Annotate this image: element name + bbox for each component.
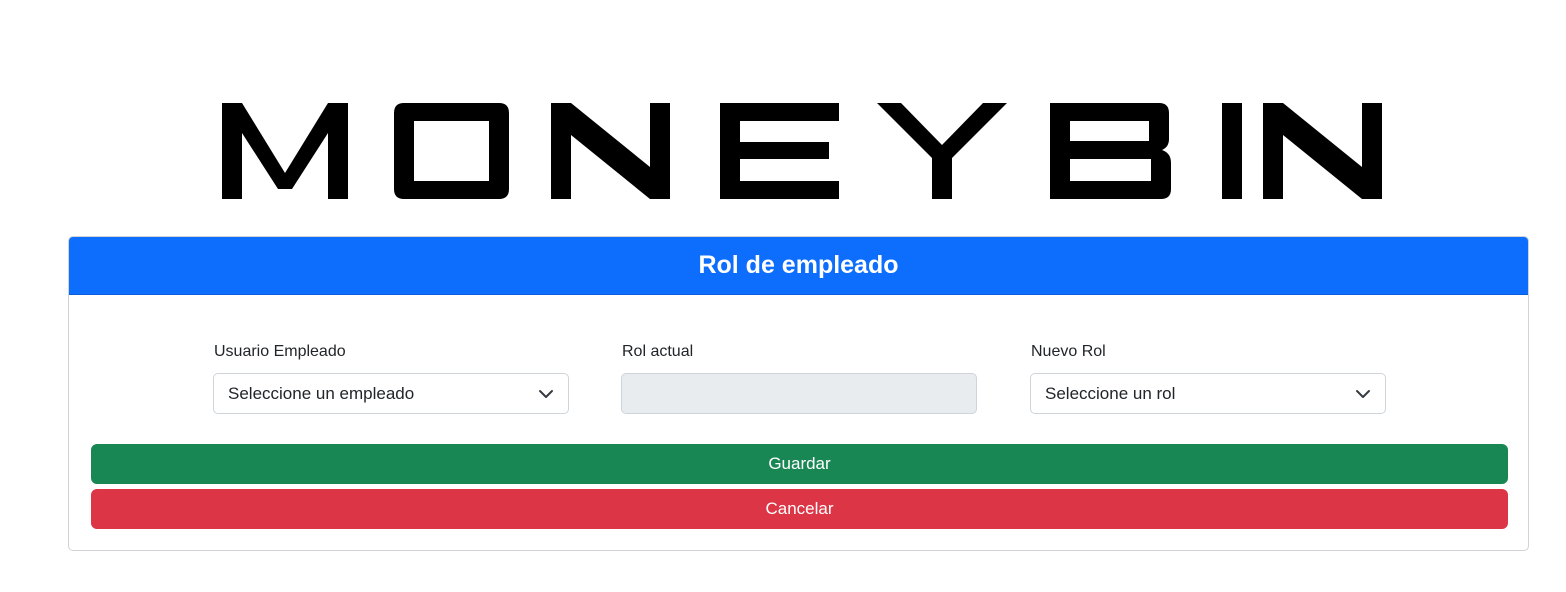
- new-role-label: Nuevo Rol: [1031, 343, 1106, 360]
- save-button[interactable]: Guardar: [91, 444, 1508, 484]
- current-role-label: Rol actual: [622, 343, 694, 360]
- new-role-field: Nuevo Rol Seleccione un rol: [1030, 342, 1386, 414]
- current-role-input: [621, 373, 977, 414]
- employee-role-card: Rol de empleado Usuario Empleado Selecci…: [68, 236, 1529, 551]
- employee-select-value: Seleccione un empleado: [228, 383, 415, 403]
- current-role-field: Rol actual: [621, 342, 977, 414]
- money-bin-logo: [222, 103, 1382, 199]
- new-role-select-value: Seleccione un rol: [1045, 383, 1176, 403]
- card-title: Rol de empleado: [69, 237, 1528, 295]
- chevron-down-icon: [539, 389, 553, 398]
- new-role-select[interactable]: Seleccione un rol: [1030, 373, 1386, 414]
- chevron-down-icon: [1356, 389, 1370, 398]
- cancel-button[interactable]: Cancelar: [91, 489, 1508, 529]
- employee-select[interactable]: Seleccione un empleado: [213, 373, 569, 414]
- employee-field: Usuario Empleado Seleccione un empleado: [213, 342, 569, 414]
- employee-label: Usuario Empleado: [214, 343, 346, 360]
